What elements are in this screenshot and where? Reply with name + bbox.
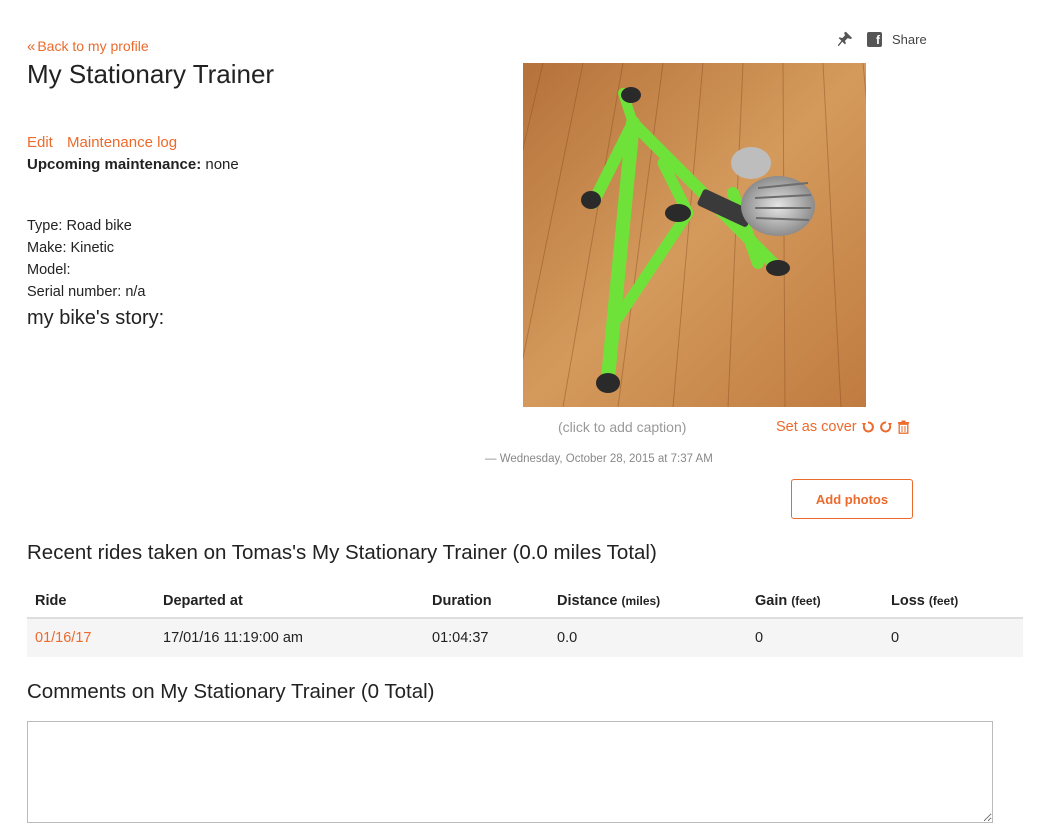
trash-icon[interactable] [897,420,910,434]
ride-link[interactable]: 01/16/17 [35,630,91,646]
bike-type: Type: Road bike [27,218,132,234]
back-to-profile-link[interactable]: «Back to my profile [27,38,149,55]
page-title: My Stationary Trainer [27,59,275,89]
col-gain: Gain (feet) [747,585,883,619]
comments-heading: Comments on My Stationary Trainer (0 Tot… [27,680,435,703]
ride-loss: 0 [883,618,1023,657]
set-as-cover-link[interactable]: Set as cover [776,419,857,435]
double-chevron-left-icon: « [27,38,36,55]
rotate-left-icon[interactable] [861,420,875,434]
facebook-icon[interactable]: f [867,31,882,47]
add-photos-button[interactable]: Add photos [791,479,913,519]
bike-model: Model: [27,262,71,278]
col-departed-at: Departed at [155,585,424,619]
bike-photo[interactable] [523,63,866,407]
rides-table: Ride Departed at Duration Distance (mile… [27,585,1023,657]
maintenance-log-link[interactable]: Maintenance log [67,134,177,151]
col-distance: Distance (miles) [549,585,747,619]
ride-distance: 0.0 [549,618,747,657]
upcoming-maintenance-value: none [205,156,239,173]
edit-link[interactable]: Edit [27,134,53,151]
bike-serial: Serial number: n/a [27,284,146,300]
bike-make: Make: Kinetic [27,240,115,256]
pin-icon[interactable] [836,30,854,48]
share-bar: f Share [836,30,927,48]
ride-departed: 17/01/16 11:19:00 am [155,618,424,657]
photo-timestamp: — Wednesday, October 28, 2015 at 7:37 AM [485,453,713,465]
ride-gain: 0 [747,618,883,657]
upcoming-maintenance-label: Upcoming maintenance: [27,156,202,173]
col-duration: Duration [424,585,549,619]
upcoming-maintenance: Upcoming maintenance: none [27,156,239,173]
share-label[interactable]: Share [892,32,927,47]
rotate-right-icon[interactable] [879,420,893,434]
caption-field[interactable]: (click to add caption) [558,419,686,435]
col-loss: Loss (feet) [883,585,1023,619]
rides-header-row: Ride Departed at Duration Distance (mile… [27,585,1023,619]
recent-rides-heading: Recent rides taken on Tomas's My Station… [27,541,657,564]
comment-textarea[interactable] [27,721,993,823]
table-row: 01/16/17 17/01/16 11:19:00 am 01:04:37 0… [27,618,1023,657]
bike-actions: Edit Maintenance log [27,134,187,151]
bike-story-heading: my bike's story: [27,307,165,329]
photo-actions: Set as cover [776,419,910,435]
col-ride: Ride [27,585,155,619]
ride-duration: 01:04:37 [424,618,549,657]
back-to-profile-label: Back to my profile [37,38,149,54]
